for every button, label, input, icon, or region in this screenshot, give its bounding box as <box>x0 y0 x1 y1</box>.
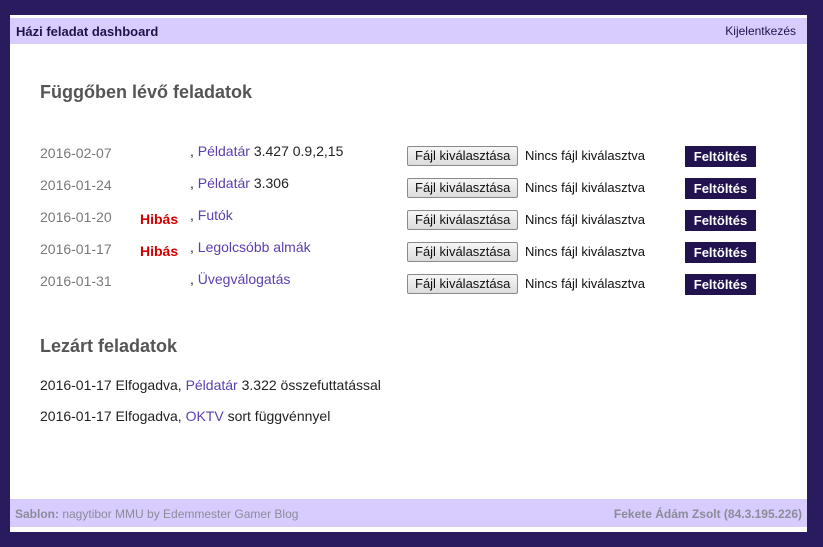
closed-task-suffix: 3.322 összefuttatással <box>237 377 381 393</box>
task-prefix: , <box>190 239 198 255</box>
choose-file-button[interactable]: Fájl kiválasztása <box>407 242 519 262</box>
closed-task-link[interactable]: OKTV <box>186 408 224 424</box>
task-description: , Példatár 3.306 <box>190 175 289 191</box>
pending-task-row: 2016-01-20 Hibás , Futók Fájl kiválasztá… <box>10 205 807 231</box>
upload-button[interactable]: Feltöltés <box>685 210 756 231</box>
pending-tasks-title: Függőben lévő feladatok <box>40 82 253 102</box>
task-link[interactable]: Legolcsóbb almák <box>198 239 311 255</box>
closed-task-row: 2016-01-17 Elfogadva, Példatár 3.322 öss… <box>40 377 381 393</box>
closed-task-row: 2016-01-17 Elfogadva, OKTV sort függvénn… <box>40 408 330 424</box>
footer-template-text: nagytibor MMU by Edemmester Gamer Blog <box>59 507 299 521</box>
pending-task-row: 2016-01-24 , Példatár 3.306 Fájl kiválas… <box>10 173 807 199</box>
task-date: 2016-02-07 <box>40 145 112 161</box>
task-prefix: , <box>190 175 198 191</box>
file-status: Nincs fájl kiválasztva <box>525 276 645 291</box>
task-link[interactable]: Futók <box>198 207 233 223</box>
file-status: Nincs fájl kiválasztva <box>525 212 645 227</box>
upload-button[interactable]: Feltöltés <box>685 146 756 167</box>
logout-link[interactable]: Kijelentkezés <box>725 24 796 38</box>
closed-task-prefix: 2016-01-17 Elfogadva, <box>40 408 186 424</box>
task-status: Hibás <box>140 211 179 227</box>
page-frame: Házi feladat dashboard Kijelentkezés Füg… <box>10 15 807 532</box>
task-date: 2016-01-20 <box>40 209 112 225</box>
choose-file-button[interactable]: Fájl kiválasztása <box>407 274 519 294</box>
task-link[interactable]: Üvegválogatás <box>198 271 291 287</box>
file-status: Nincs fájl kiválasztva <box>525 148 645 163</box>
task-date: 2016-01-31 <box>40 273 112 289</box>
footer-template-credit: Sablon: nagytibor MMU by Edemmester Game… <box>15 507 298 521</box>
task-description: , Példatár 3.427 0.9,2,15 <box>190 143 343 159</box>
pending-task-row: 2016-01-17 Hibás , Legolcsóbb almák Fájl… <box>10 237 807 263</box>
pending-task-row: 2016-01-31 , Üvegválogatás Fájl kiválasz… <box>10 269 807 295</box>
task-description: , Futók <box>190 207 233 223</box>
pending-task-row: 2016-02-07 , Példatár 3.427 0.9,2,15 Fáj… <box>10 141 807 167</box>
closed-task-suffix: sort függvénnyel <box>223 408 331 424</box>
task-status: Hibás <box>140 243 179 259</box>
app-title: Házi feladat dashboard <box>16 24 159 39</box>
task-link[interactable]: Példatár <box>198 143 250 159</box>
task-suffix: 3.427 0.9,2,15 <box>249 143 344 159</box>
task-prefix: , <box>190 143 198 159</box>
task-prefix: , <box>190 271 198 287</box>
upload-button[interactable]: Feltöltés <box>685 274 756 295</box>
file-status: Nincs fájl kiválasztva <box>525 180 645 195</box>
choose-file-button[interactable]: Fájl kiválasztása <box>407 178 519 198</box>
closed-task-prefix: 2016-01-17 Elfogadva, <box>40 377 186 393</box>
task-description: , Legolcsóbb almák <box>190 239 311 255</box>
task-prefix: , <box>190 207 198 223</box>
file-status: Nincs fájl kiválasztva <box>525 244 645 259</box>
closed-task-link[interactable]: Példatár <box>186 377 238 393</box>
footer-user-info: Fekete Ádám Zsolt (84.3.195.226) <box>613 507 802 521</box>
header-bar: Házi feladat dashboard Kijelentkezés <box>10 18 807 44</box>
task-date: 2016-01-24 <box>40 177 112 193</box>
footer-bar: Sablon: nagytibor MMU by Edemmester Game… <box>10 499 807 527</box>
task-date: 2016-01-17 <box>40 241 112 257</box>
task-description: , Üvegválogatás <box>190 271 290 287</box>
upload-button[interactable]: Feltöltés <box>685 178 756 199</box>
footer-template-label: Sablon: <box>15 507 59 521</box>
task-suffix: 3.306 <box>249 175 289 191</box>
closed-tasks-title: Lezárt feladatok <box>40 336 178 356</box>
upload-button[interactable]: Feltöltés <box>685 242 756 263</box>
choose-file-button[interactable]: Fájl kiválasztása <box>407 146 519 166</box>
task-link[interactable]: Példatár <box>198 175 250 191</box>
choose-file-button[interactable]: Fájl kiválasztása <box>407 210 519 230</box>
